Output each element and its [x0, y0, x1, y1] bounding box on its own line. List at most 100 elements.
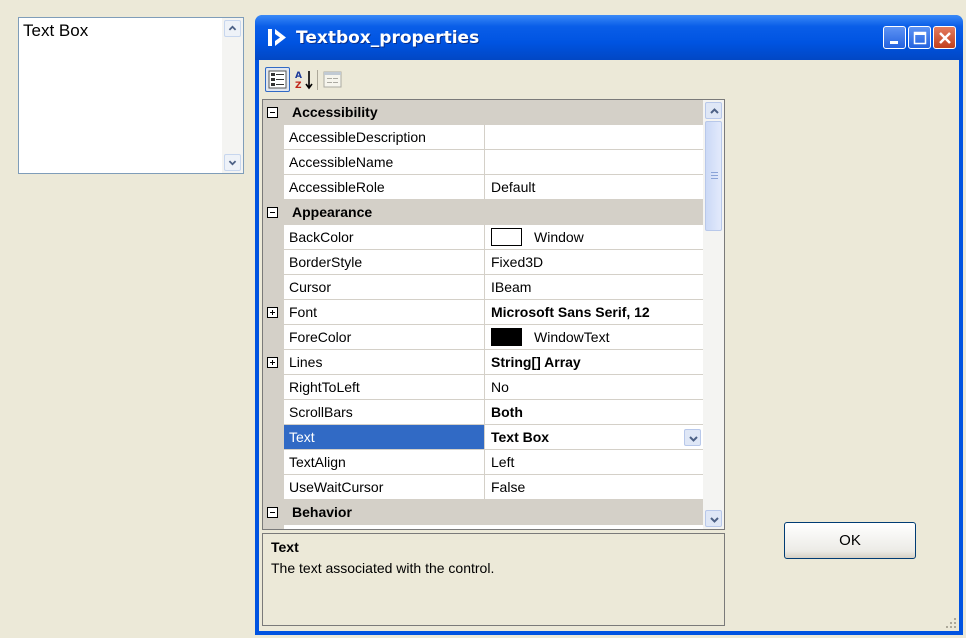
property-row[interactable]: ForeColor WindowText — [263, 325, 705, 350]
resize-grip-icon[interactable] — [945, 617, 957, 629]
property-name: RightToLeft — [284, 375, 485, 400]
property-value-text: Microsoft Sans Serif, 12 — [491, 304, 650, 320]
collapse-icon[interactable] — [267, 107, 278, 118]
property-value[interactable]: Fixed3D — [485, 250, 705, 275]
close-button[interactable] — [933, 26, 956, 49]
property-name: ScrollBars — [284, 400, 485, 425]
toolbar-separator — [317, 70, 318, 90]
property-name: Cursor — [284, 275, 485, 300]
ok-button[interactable]: OK — [784, 522, 916, 559]
property-value-text: String[] Array — [491, 354, 581, 370]
category-label: Accessibility — [292, 104, 378, 120]
properties-window: Textbox_properties A Z Accessibility Acc… — [255, 15, 963, 635]
alphabetical-button[interactable]: A Z — [292, 67, 317, 92]
scroll-down-button[interactable] — [224, 154, 241, 171]
color-swatch — [491, 227, 522, 246]
property-value[interactable]: Microsoft Sans Serif, 12 — [485, 300, 705, 325]
property-value-text: IBeam — [491, 279, 532, 295]
title-bar[interactable]: Textbox_properties — [255, 15, 963, 60]
property-value[interactable]: Text Box — [485, 425, 705, 450]
svg-text:Z: Z — [295, 81, 302, 91]
value-dropdown-button[interactable] — [684, 429, 701, 446]
categorized-icon — [268, 70, 287, 89]
property-pages-button[interactable] — [320, 67, 345, 92]
property-value-text: Both — [491, 404, 523, 420]
chevron-down-icon — [689, 436, 698, 442]
property-row[interactable]: RightToLeft No — [263, 375, 705, 400]
property-value[interactable] — [485, 150, 705, 175]
category-row[interactable]: Accessibility — [263, 100, 705, 125]
property-value-text: False — [491, 479, 526, 495]
grid-scroll-down-button[interactable] — [705, 510, 722, 527]
property-name: AccessibleDescription — [284, 125, 485, 150]
property-name: ForeColor — [284, 325, 485, 350]
property-value-text: Text Box — [491, 429, 550, 445]
collapse-icon[interactable] — [267, 207, 278, 218]
property-row[interactable]: AccessibleDescription — [263, 125, 705, 150]
property-row[interactable]: BorderStyle Fixed3D — [263, 250, 705, 275]
property-name: Lines — [284, 350, 485, 375]
grid-scroll-thumb[interactable] — [705, 121, 722, 231]
property-name: UseWaitCursor — [284, 475, 485, 500]
property-row[interactable]: BackColor Window — [263, 225, 705, 250]
property-pages-icon — [323, 71, 342, 88]
property-row[interactable]: Font Microsoft Sans Serif, 12 — [263, 300, 705, 325]
chevron-down-icon — [228, 160, 237, 166]
property-row[interactable]: ScrollBars Both — [263, 400, 705, 425]
category-label: Behavior — [292, 504, 352, 520]
property-row[interactable]: Cursor IBeam — [263, 275, 705, 300]
property-value[interactable]: Window — [485, 225, 705, 250]
description-title: Text — [271, 539, 299, 555]
property-value-text: Default — [491, 179, 536, 195]
property-value[interactable]: Default — [485, 175, 705, 200]
property-row[interactable]: AccessibleRole Default — [263, 175, 705, 200]
grid-scroll-up-button[interactable] — [705, 102, 722, 119]
property-value[interactable]: IBeam — [485, 275, 705, 300]
property-value[interactable]: No — [485, 375, 705, 400]
preview-textbox-text: Text Box — [23, 21, 89, 40]
grid-vertical-scrollbar[interactable] — [703, 100, 724, 529]
chevron-down-icon — [710, 517, 719, 523]
property-value-text: WindowText — [534, 329, 610, 345]
property-value-text: No — [491, 379, 509, 395]
property-value-text: Window — [534, 229, 584, 245]
minimize-icon — [890, 41, 898, 44]
property-value[interactable]: Both — [485, 400, 705, 425]
maximize-button[interactable] — [908, 26, 931, 49]
close-icon — [939, 32, 951, 44]
description-pane: Text The text associated with the contro… — [262, 533, 725, 626]
alphabetical-icon: A Z — [295, 71, 313, 91]
svg-text:A: A — [295, 71, 302, 81]
property-value[interactable]: WindowText — [485, 325, 705, 350]
category-label: Appearance — [292, 204, 373, 220]
property-row[interactable]: Text Text Box — [263, 425, 705, 450]
categorized-button[interactable] — [265, 67, 290, 92]
property-row[interactable]: UseWaitCursor False — [263, 475, 705, 500]
chevron-up-icon — [228, 25, 237, 31]
expand-icon[interactable] — [267, 357, 278, 368]
property-name: AccessibleName — [284, 150, 485, 175]
property-row[interactable]: Lines String[] Array — [263, 350, 705, 375]
property-name: Font — [284, 300, 485, 325]
property-value[interactable]: String[] Array — [485, 350, 705, 375]
minimize-button[interactable] — [883, 26, 906, 49]
scroll-up-button[interactable] — [224, 20, 241, 37]
category-row[interactable]: Appearance — [263, 200, 705, 225]
app-icon — [268, 29, 286, 46]
property-name: AccessibleRole — [284, 175, 485, 200]
property-name: BorderStyle — [284, 250, 485, 275]
description-text: The text associated with the control. — [271, 560, 495, 576]
preview-textbox[interactable]: Text Box — [18, 17, 244, 174]
expand-icon[interactable] — [267, 307, 278, 318]
preview-vertical-scrollbar[interactable] — [222, 18, 243, 173]
category-row[interactable]: Behavior — [263, 500, 705, 525]
collapse-icon[interactable] — [267, 507, 278, 518]
property-value[interactable]: False — [485, 475, 705, 500]
property-value[interactable] — [485, 125, 705, 150]
property-grid[interactable]: Accessibility AccessibleDescription Access… — [262, 99, 725, 530]
property-row[interactable]: TextAlign Left — [263, 450, 705, 475]
property-value[interactable]: Left — [485, 450, 705, 475]
property-row[interactable]: AccessibleName — [263, 150, 705, 175]
property-value-text: Left — [491, 454, 515, 470]
maximize-icon — [913, 31, 927, 45]
